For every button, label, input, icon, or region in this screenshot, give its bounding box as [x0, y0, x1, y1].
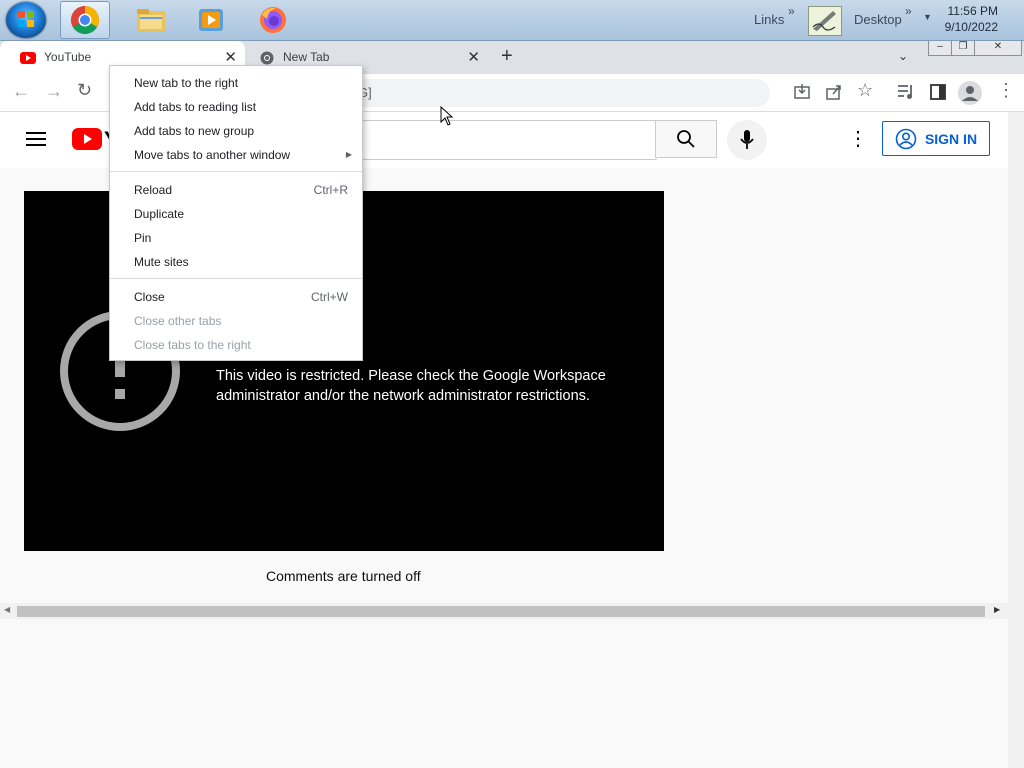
menu-item-pin[interactable]: Pin [134, 228, 340, 248]
close-tab-icon[interactable]: ✕ [467, 48, 480, 66]
menu-item-label: Duplicate [134, 207, 185, 221]
menu-item-add-to-new-group[interactable]: Add tabs to new group [134, 121, 340, 141]
vertical-scrollbar[interactable] [1008, 112, 1024, 768]
new-tab-plus-icon[interactable]: + [501, 45, 513, 68]
bookmark-star-icon[interactable]: ☆ [857, 80, 873, 101]
desktop-toolbar-label[interactable]: Desktop [854, 12, 902, 27]
menu-item-close[interactable]: Close Ctrl+W [134, 287, 348, 307]
scroll-left-icon[interactable]: ◀ [4, 605, 10, 614]
menu-item-label: Add tabs to new group [134, 124, 255, 138]
menu-separator [110, 278, 362, 279]
scroll-right-icon[interactable]: ▶ [994, 605, 1000, 614]
clock-time: 11:56 PM [947, 4, 998, 18]
chrome-icon [71, 6, 99, 34]
voice-search-button[interactable] [727, 120, 767, 160]
menu-item-label: Close other tabs [134, 314, 222, 328]
reload-icon[interactable]: ↻ [77, 80, 92, 101]
menu-item-label: New tab to the right [134, 76, 239, 90]
menu-item-duplicate[interactable]: Duplicate [134, 204, 340, 224]
submenu-arrow-icon: ▶ [345, 150, 352, 159]
mouse-cursor-icon [440, 106, 454, 126]
close-tab-icon[interactable]: ✕ [224, 48, 237, 66]
tray-expand-icon[interactable]: ▼ [923, 12, 932, 22]
side-panel-icon[interactable] [930, 84, 946, 100]
start-button[interactable] [6, 2, 46, 38]
chrome-menu-icon[interactable]: ⋮ [997, 80, 1015, 101]
certificate-icon[interactable] [808, 6, 842, 36]
menu-item-add-to-reading-list[interactable]: Add tabs to reading list [134, 97, 340, 117]
settings-kebab-icon[interactable]: ⋮ [848, 126, 868, 151]
install-icon[interactable] [793, 83, 811, 101]
sign-in-label: SIGN IN [924, 130, 978, 147]
folder-icon [137, 9, 165, 32]
microphone-icon [740, 130, 754, 149]
clock-date: 9/10/2022 [944, 20, 998, 34]
chrome-favicon-icon [260, 51, 274, 65]
system-clock[interactable]: 11:56 PM 9/10/2022 [945, 3, 998, 35]
menu-item-label: Mute sites [134, 255, 189, 269]
menu-item-label: Add tabs to reading list [134, 100, 257, 114]
taskbar-explorer-button[interactable] [126, 1, 176, 39]
back-arrow-icon[interactable]: ← [12, 81, 30, 102]
close-window-button[interactable]: ✕ [974, 41, 1022, 56]
media-player-icon [199, 9, 223, 31]
media-controls-icon[interactable] [897, 84, 915, 100]
menu-item-shortcut: Ctrl+W [311, 290, 348, 304]
forward-arrow-icon[interactable]: → [45, 81, 63, 102]
search-button[interactable] [655, 120, 717, 158]
error-message: This video is restricted. Please check t… [216, 368, 606, 404]
taskbar-chrome-button[interactable] [60, 1, 110, 39]
account-icon [895, 128, 917, 149]
menu-item-new-tab-right[interactable]: New tab to the right [134, 73, 340, 93]
tab-context-menu: New tab to the right Add tabs to reading… [109, 65, 363, 361]
search-icon [677, 130, 695, 148]
menu-item-reload[interactable]: Reload Ctrl+R [134, 180, 348, 200]
desktop-chevron-icon[interactable]: » [905, 4, 912, 18]
minimize-button[interactable]: ‒ [928, 41, 952, 56]
tab-title: YouTube [44, 50, 92, 64]
menu-item-close-tabs-right[interactable]: Close tabs to the right [134, 335, 340, 355]
youtube-favicon-icon [20, 52, 36, 64]
tab-title: New Tab [283, 50, 330, 64]
menu-item-shortcut: Ctrl+R [313, 183, 348, 197]
menu-item-label: Pin [134, 231, 152, 245]
menu-item-close-other-tabs[interactable]: Close other tabs [134, 311, 340, 331]
menu-item-label: Close [134, 290, 165, 304]
firefox-icon [260, 7, 286, 33]
horizontal-scroll-thumb[interactable] [17, 606, 985, 617]
profile-avatar-icon[interactable] [958, 81, 982, 105]
search-input[interactable] [340, 120, 657, 160]
menu-item-mute-sites[interactable]: Mute sites [134, 252, 340, 272]
menu-item-label: Close tabs to the right [134, 338, 251, 352]
taskbar: Links » Desktop » ▼ 11:56 PM 9/10/2022 [0, 0, 1024, 41]
taskbar-media-player-button[interactable] [186, 1, 236, 39]
horizontal-scrollbar[interactable]: ◀ ▶ [0, 603, 1008, 619]
menu-separator [110, 171, 362, 172]
links-toolbar-label[interactable]: Links [754, 12, 784, 27]
hamburger-menu-icon[interactable] [26, 131, 46, 147]
windows-logo-icon [18, 11, 34, 27]
share-icon[interactable] [825, 83, 843, 101]
menu-item-label: Move tabs to another window [134, 148, 291, 162]
tab-search-chevron-icon[interactable]: ⌄ [898, 49, 908, 63]
sign-in-button[interactable]: SIGN IN [882, 121, 990, 156]
taskbar-firefox-button[interactable] [248, 1, 298, 39]
restore-button[interactable]: ❐ [951, 41, 975, 56]
comments-status: Comments are turned off [266, 568, 421, 584]
menu-item-label: Reload [134, 183, 173, 197]
menu-item-move-to-window[interactable]: Move tabs to another window ▶ [134, 145, 352, 165]
links-chevron-icon[interactable]: » [788, 4, 795, 18]
